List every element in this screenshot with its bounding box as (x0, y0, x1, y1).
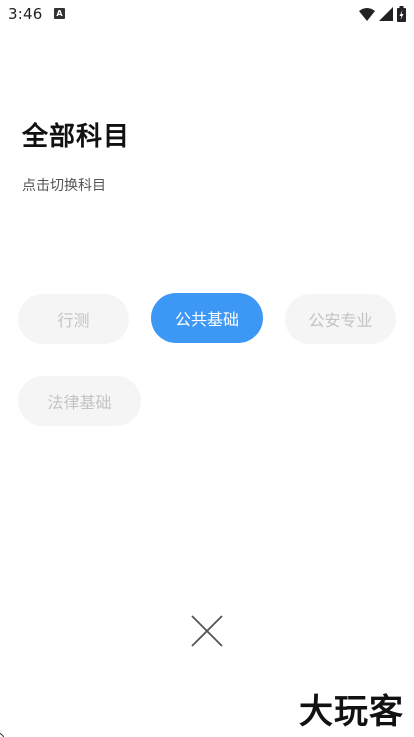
signal-icon (379, 7, 393, 21)
watermark: 大玩客 (299, 692, 404, 732)
subject-chip-label: 公共基础 (174, 310, 239, 329)
page-subtitle: 点击切换科目 (22, 178, 106, 194)
close-button[interactable] (189, 613, 225, 649)
status-bar: 3:46 A (0, 0, 414, 30)
subject-chip-xingce[interactable]: 行测 (18, 294, 129, 344)
close-icon (191, 615, 223, 647)
status-time: 3:46 (8, 5, 43, 23)
status-icons (359, 6, 406, 22)
wifi-icon (359, 7, 375, 21)
battery-icon (397, 6, 406, 22)
corner-mark (0, 733, 4, 737)
subject-chip-label: 公安专业 (308, 311, 373, 330)
subject-chip-falv-jichu[interactable]: 法律基础 (18, 376, 141, 426)
subject-chip-label: 法律基础 (47, 393, 112, 412)
page-title: 全部科目 (22, 122, 131, 152)
subject-chip-gonggong-jichu[interactable]: 公共基础 (151, 293, 263, 343)
subject-chip-label: 行测 (57, 311, 90, 330)
subject-chip-gongan-zhuanye[interactable]: 公安专业 (285, 294, 396, 344)
a-badge-icon: A (54, 8, 65, 19)
